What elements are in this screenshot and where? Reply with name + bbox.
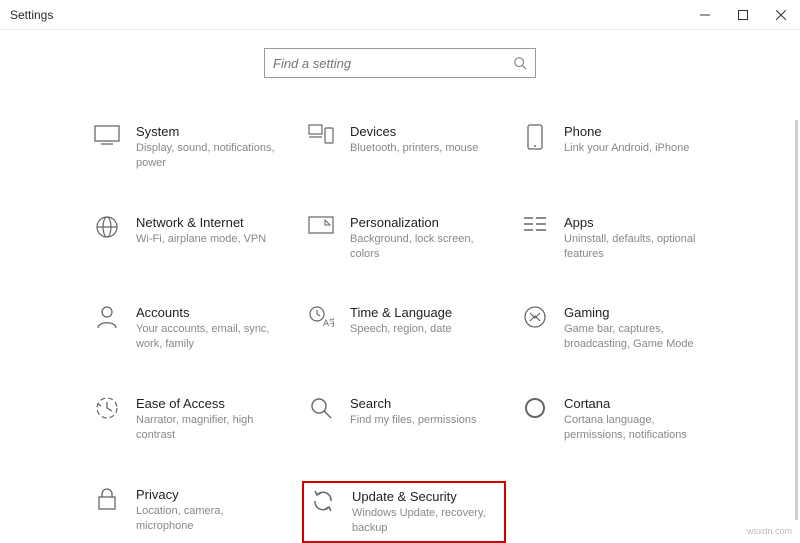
category-accounts[interactable]: Accounts Your accounts, email, sync, wor… [88, 299, 292, 358]
apps-icon [520, 215, 550, 245]
search-area [0, 48, 800, 78]
personalization-icon [306, 215, 336, 245]
category-desc: Find my files, permissions [350, 413, 494, 428]
gaming-icon [520, 305, 550, 335]
accounts-icon [92, 305, 122, 335]
category-title: Personalization [350, 215, 494, 230]
category-ease-of-access[interactable]: Ease of Access Narrator, magnifier, high… [88, 390, 292, 449]
minimize-icon [700, 10, 710, 20]
category-title: Accounts [136, 305, 280, 320]
category-title: Cortana [564, 396, 708, 411]
category-desc: Location, camera, microphone [136, 504, 280, 534]
category-title: Phone [564, 124, 708, 139]
category-desc: Wi-Fi, airplane mode, VPN [136, 232, 280, 247]
window-controls [686, 0, 800, 30]
category-privacy[interactable]: Privacy Location, camera, microphone [88, 481, 292, 543]
category-desc: Bluetooth, printers, mouse [350, 141, 494, 156]
category-search[interactable]: Search Find my files, permissions [302, 390, 506, 449]
phone-icon [520, 124, 550, 154]
category-title: Devices [350, 124, 494, 139]
close-button[interactable] [762, 0, 800, 30]
category-desc: Speech, region, date [350, 322, 494, 337]
category-desc: Uninstall, defaults, optional features [564, 232, 708, 262]
search-category-icon [306, 396, 336, 426]
window-title: Settings [10, 8, 53, 22]
category-title: Network & Internet [136, 215, 280, 230]
category-time-language[interactable]: A字 Time & Language Speech, region, date [302, 299, 506, 358]
ease-of-access-icon [92, 396, 122, 426]
scrollbar[interactable] [795, 120, 798, 520]
category-desc: Link your Android, iPhone [564, 141, 708, 156]
watermark: wsxdn.com [747, 526, 792, 536]
devices-icon [306, 124, 336, 154]
titlebar: Settings [0, 0, 800, 30]
category-desc: Narrator, magnifier, high contrast [136, 413, 280, 443]
search-icon [513, 56, 527, 70]
category-network[interactable]: Network & Internet Wi-Fi, airplane mode,… [88, 209, 292, 268]
system-icon [92, 124, 122, 154]
category-title: Ease of Access [136, 396, 280, 411]
category-update-security[interactable]: Update & Security Windows Update, recove… [302, 481, 506, 543]
maximize-icon [738, 10, 748, 20]
category-title: Update & Security [352, 489, 492, 504]
category-phone[interactable]: Phone Link your Android, iPhone [516, 118, 720, 177]
search-input[interactable] [273, 56, 513, 71]
category-desc: Display, sound, notifications, power [136, 141, 280, 171]
category-personalization[interactable]: Personalization Background, lock screen,… [302, 209, 506, 268]
category-devices[interactable]: Devices Bluetooth, printers, mouse [302, 118, 506, 177]
globe-icon [92, 215, 122, 245]
time-language-icon: A字 [306, 305, 336, 335]
minimize-button[interactable] [686, 0, 724, 30]
category-title: Gaming [564, 305, 708, 320]
lock-icon [92, 487, 122, 517]
category-cortana[interactable]: Cortana Cortana language, permissions, n… [516, 390, 720, 449]
category-title: Time & Language [350, 305, 494, 320]
cortana-icon [520, 396, 550, 426]
category-desc: Your accounts, email, sync, work, family [136, 322, 280, 352]
settings-grid: System Display, sound, notifications, po… [0, 78, 800, 543]
category-title: Search [350, 396, 494, 411]
category-title: Apps [564, 215, 708, 230]
category-desc: Game bar, captures, broadcasting, Game M… [564, 322, 708, 352]
maximize-button[interactable] [724, 0, 762, 30]
category-title: System [136, 124, 280, 139]
search-box[interactable] [264, 48, 536, 78]
category-desc: Cortana language, permissions, notificat… [564, 413, 708, 443]
category-title: Privacy [136, 487, 280, 502]
update-icon [308, 489, 338, 519]
category-desc: Windows Update, recovery, backup [352, 506, 492, 536]
category-apps[interactable]: Apps Uninstall, defaults, optional featu… [516, 209, 720, 268]
close-icon [776, 10, 786, 20]
category-system[interactable]: System Display, sound, notifications, po… [88, 118, 292, 177]
category-gaming[interactable]: Gaming Game bar, captures, broadcasting,… [516, 299, 720, 358]
svg-text:A字: A字 [323, 317, 334, 328]
category-desc: Background, lock screen, colors [350, 232, 494, 262]
